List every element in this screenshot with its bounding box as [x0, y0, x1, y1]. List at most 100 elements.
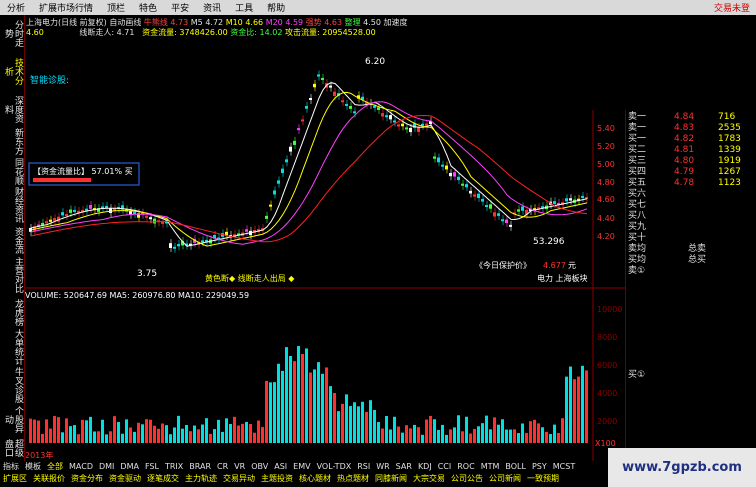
side-tab-technical[interactable]: 技术分析: [0, 55, 23, 87]
tab-row1-0[interactable]: 指标: [0, 461, 22, 473]
side-tab-diagnosis[interactable]: 牛叉诊股: [0, 367, 23, 403]
tab-row1-5[interactable]: DMA: [117, 461, 142, 473]
tab-row2-2[interactable]: 资金分布: [68, 473, 106, 485]
tab-row1-2[interactable]: 全部: [44, 461, 66, 473]
ob-label: 买四: [628, 167, 647, 177]
gjll-value: 20954528.00: [322, 28, 376, 37]
candle: [345, 103, 348, 106]
candle: [317, 74, 320, 77]
volume-bar: [393, 416, 396, 443]
volume-bar: [433, 419, 436, 443]
tab-row2-0[interactable]: 扩展区: [0, 473, 30, 485]
side-tab-finance-news[interactable]: 财经资讯: [0, 187, 23, 223]
tab-row1-10[interactable]: VR: [231, 461, 248, 473]
tab-row2-9[interactable]: 热点题材: [334, 473, 372, 485]
volume-bar: [381, 428, 384, 443]
side-tab-dragon-tiger[interactable]: 龙虎榜: [0, 297, 23, 327]
ob-row-sell2: 卖一 4.84 716: [628, 112, 756, 123]
menu-pingan[interactable]: 平安: [164, 1, 196, 14]
volume-bar: [73, 425, 76, 443]
tab-row1-12[interactable]: ASI: [271, 461, 290, 473]
tab-row2-10[interactable]: 同膝新闻: [372, 473, 410, 485]
tab-row1-1[interactable]: 模板: [22, 461, 44, 473]
volume-bar: [177, 415, 180, 443]
candle: [385, 115, 388, 118]
tab-row2-11[interactable]: 大宗交易: [410, 473, 448, 485]
tab-row1-16[interactable]: WR: [373, 461, 392, 473]
login-warning[interactable]: 交易未登: [714, 1, 756, 14]
volume-bar: [365, 411, 368, 443]
side-tab-abnormal[interactable]: 个股异动: [0, 405, 23, 433]
tab-row1-19[interactable]: CCI: [435, 461, 455, 473]
tab-row1-4[interactable]: DMI: [96, 461, 117, 473]
protect-label: 《今日保护价》: [475, 260, 531, 270]
side-tab-level2[interactable]: 超级盘口: [0, 435, 23, 461]
tab-row1-17[interactable]: SAR: [393, 461, 415, 473]
candle: [61, 212, 64, 216]
side-tab-ths[interactable]: 同花顺: [0, 157, 23, 185]
tab-row1-7[interactable]: TRIX: [162, 461, 186, 473]
volume-bar: [253, 432, 256, 443]
tab-row1-6[interactable]: FSL: [142, 461, 162, 473]
candle: [285, 159, 288, 163]
side-tab-new-orient[interactable]: 新东方: [0, 127, 23, 155]
volume-bar: [325, 367, 328, 443]
tab-row2-7[interactable]: 主题投资: [258, 473, 296, 485]
tab-row1-23[interactable]: PSY: [529, 461, 550, 473]
tab-row1-14[interactable]: VOL-TDX: [314, 461, 355, 473]
tab-row2-1[interactable]: 关联报价: [30, 473, 68, 485]
volume-bar: [209, 433, 212, 443]
tab-row2-12[interactable]: 公司公告: [448, 473, 486, 485]
tab-row1-21[interactable]: MTM: [478, 461, 503, 473]
side-tab-big-order[interactable]: 大单统计: [0, 329, 23, 365]
volume-bar: [33, 419, 36, 443]
candle: [289, 146, 292, 152]
tab-row1-9[interactable]: CR: [214, 461, 231, 473]
volume-bar: [473, 428, 476, 443]
tab-row1-11[interactable]: OBV: [248, 461, 271, 473]
tab-row1-8[interactable]: BRAR: [186, 461, 214, 473]
menu-analysis[interactable]: 分析: [0, 1, 32, 14]
tab-row2-4[interactable]: 逐笔成交: [144, 473, 182, 485]
menu-help[interactable]: 帮助: [260, 1, 292, 14]
menu-special[interactable]: 特色: [132, 1, 164, 14]
tab-row1-13[interactable]: EMV: [290, 461, 313, 473]
tab-row1-3[interactable]: MACD: [66, 461, 96, 473]
ob-vol: 1919: [718, 156, 741, 166]
tab-row2-8[interactable]: 核心题材: [296, 473, 334, 485]
tab-row1-15[interactable]: RSI: [354, 461, 373, 473]
tab-row1-22[interactable]: BOLL: [502, 461, 529, 473]
candle: [517, 209, 520, 212]
tab-row2-3[interactable]: 资金驱动: [106, 473, 144, 485]
volume-bar: [61, 432, 64, 443]
kline-chart[interactable]: 智能诊股: 6.20 3.75 53.296 【资金流量比】 57.01% 买 …: [25, 38, 625, 461]
ob-price: 4.82: [674, 134, 695, 144]
volume-bar: [585, 370, 588, 443]
watermark: www.7gpzb.com: [608, 448, 756, 487]
niuxian-label: 牛熊线: [143, 18, 168, 27]
ob-row-buy1: 买一 4.82 1783: [628, 134, 756, 145]
volume-bar: [341, 403, 344, 443]
tab-row1-18[interactable]: KDJ: [415, 461, 435, 473]
side-tab-intraday[interactable]: 分时走势: [0, 17, 23, 49]
volume-bar: [353, 402, 356, 443]
tab-row2-5[interactable]: 主力轨迹: [182, 473, 220, 485]
menu-news[interactable]: 资讯: [196, 1, 228, 14]
volume-bar: [401, 432, 404, 443]
volume-bar: [225, 418, 228, 443]
tab-row2-14[interactable]: 一致预期: [524, 473, 562, 485]
menu-extended-market[interactable]: 扩展市场行情: [32, 1, 100, 14]
tab-row1-24[interactable]: MCST: [550, 461, 578, 473]
volume-bar: [257, 420, 260, 443]
side-tab-main-compare[interactable]: 主营对比: [0, 257, 23, 293]
menu-topbar[interactable]: 顶栏: [100, 1, 132, 14]
candle: [521, 206, 524, 211]
tab-row2-6[interactable]: 交易异动: [220, 473, 258, 485]
volume-bar: [505, 429, 508, 443]
tab-row2-13[interactable]: 公司新闻: [486, 473, 524, 485]
menu-tools[interactable]: 工具: [228, 1, 260, 14]
side-tab-deep-data[interactable]: 深度资料: [0, 93, 23, 125]
side-tab-fund-flow[interactable]: 资金流: [0, 225, 23, 255]
tab-row1-20[interactable]: ROC: [454, 461, 477, 473]
ob-price: 4.78: [674, 178, 695, 188]
